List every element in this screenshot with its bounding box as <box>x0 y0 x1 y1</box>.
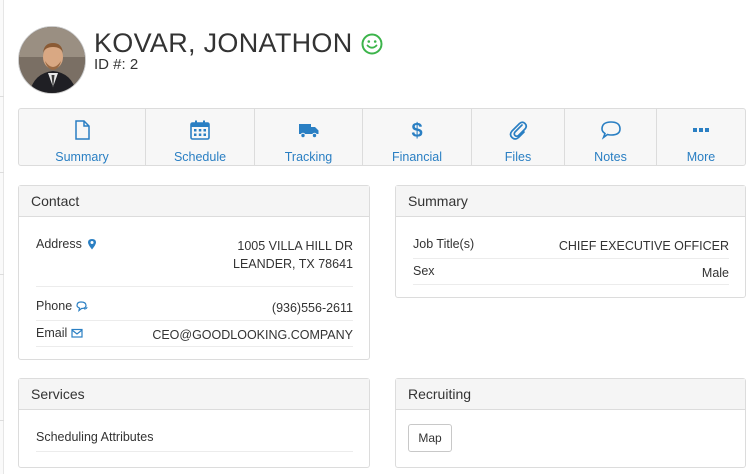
tab-notes[interactable]: Notes <box>565 109 657 165</box>
email-row: Email CEO@GOODLOOKING.COMPANY <box>36 326 353 344</box>
ellipsis-icon <box>690 119 712 146</box>
services-panel: Services Scheduling Attributes <box>18 378 370 468</box>
avatar <box>18 26 86 94</box>
paperclip-icon <box>507 119 529 146</box>
contact-panel: Contact Address 1005 VILLA HILL DR LEAND… <box>18 185 370 360</box>
map-marker-icon[interactable] <box>86 238 98 250</box>
tab-more[interactable]: More <box>657 109 745 165</box>
tab-tracking[interactable]: Tracking <box>255 109 363 165</box>
tab-schedule[interactable]: Schedule <box>146 109 255 165</box>
address-label: Address <box>36 237 82 251</box>
phone-label: Phone <box>36 299 73 313</box>
document-icon <box>71 119 93 146</box>
map-button[interactable]: Map <box>408 424 452 452</box>
tab-summary[interactable]: Summary <box>19 109 146 165</box>
services-panel-title: Services <box>19 379 369 410</box>
summary-panel-title: Summary <box>396 186 745 217</box>
phone-value: (936)556-2611 <box>271 301 353 315</box>
divider <box>413 284 729 285</box>
dollar-icon: $ <box>406 119 428 146</box>
tab-files[interactable]: Files <box>472 109 565 165</box>
scheduling-attributes-label: Scheduling Attributes <box>36 430 154 444</box>
profile-tabs: Summary Schedule Tracking $ Financial Fi… <box>18 108 746 166</box>
sex-value: Male <box>701 266 729 280</box>
tab-label: Schedule <box>173 150 227 164</box>
truck-icon <box>298 119 320 146</box>
tab-label: Tracking <box>284 150 333 164</box>
email-value[interactable]: CEO@GOODLOOKING.COMPANY <box>152 326 353 344</box>
sex-row: Sex Male <box>413 264 729 282</box>
address-row: Address 1005 VILLA HILL DR LEANDER, TX 7… <box>36 237 353 277</box>
divider <box>36 451 353 452</box>
summary-panel: Summary Job Title(s) CHIEF EXECUTIVE OFF… <box>395 185 746 298</box>
job-title-label: Job Title(s) <box>413 237 475 251</box>
job-title-value: CHIEF EXECUTIVE OFFICER <box>558 239 729 253</box>
address-line2: LEANDER, TX 78641 <box>233 257 353 271</box>
divider <box>36 286 353 287</box>
address-line1: 1005 VILLA HILL DR <box>237 239 353 253</box>
tab-label: Summary <box>55 150 109 164</box>
tab-label: Files <box>504 150 532 164</box>
envelope-icon[interactable] <box>71 327 83 339</box>
tab-label: Financial <box>391 150 443 164</box>
divider <box>413 258 729 259</box>
person-name: KOVAR, JONATHON <box>94 28 353 58</box>
left-edge-strip <box>0 0 4 474</box>
tab-label: More <box>686 150 716 164</box>
job-title-row: Job Title(s) CHIEF EXECUTIVE OFFICER <box>413 237 729 255</box>
phone-row: Phone (936)556-2611 <box>36 299 353 317</box>
svg-text:$: $ <box>411 120 422 141</box>
divider <box>36 346 353 347</box>
id-number: ID #: 2 <box>94 56 139 73</box>
scheduling-attributes-row[interactable]: Scheduling Attributes <box>36 430 353 448</box>
tab-financial[interactable]: $ Financial <box>363 109 472 165</box>
divider <box>36 320 353 321</box>
speech-bubble-icon <box>600 119 622 146</box>
chat-icon[interactable] <box>76 300 88 312</box>
calendar-icon <box>189 119 211 146</box>
contact-panel-title: Contact <box>19 186 369 217</box>
email-label: Email <box>36 326 68 340</box>
tab-label: Notes <box>594 150 627 164</box>
sex-label: Sex <box>413 264 435 278</box>
recruiting-panel-title: Recruiting <box>396 379 745 410</box>
recruiting-panel: Recruiting Map <box>395 378 746 468</box>
smile-icon <box>361 33 383 55</box>
